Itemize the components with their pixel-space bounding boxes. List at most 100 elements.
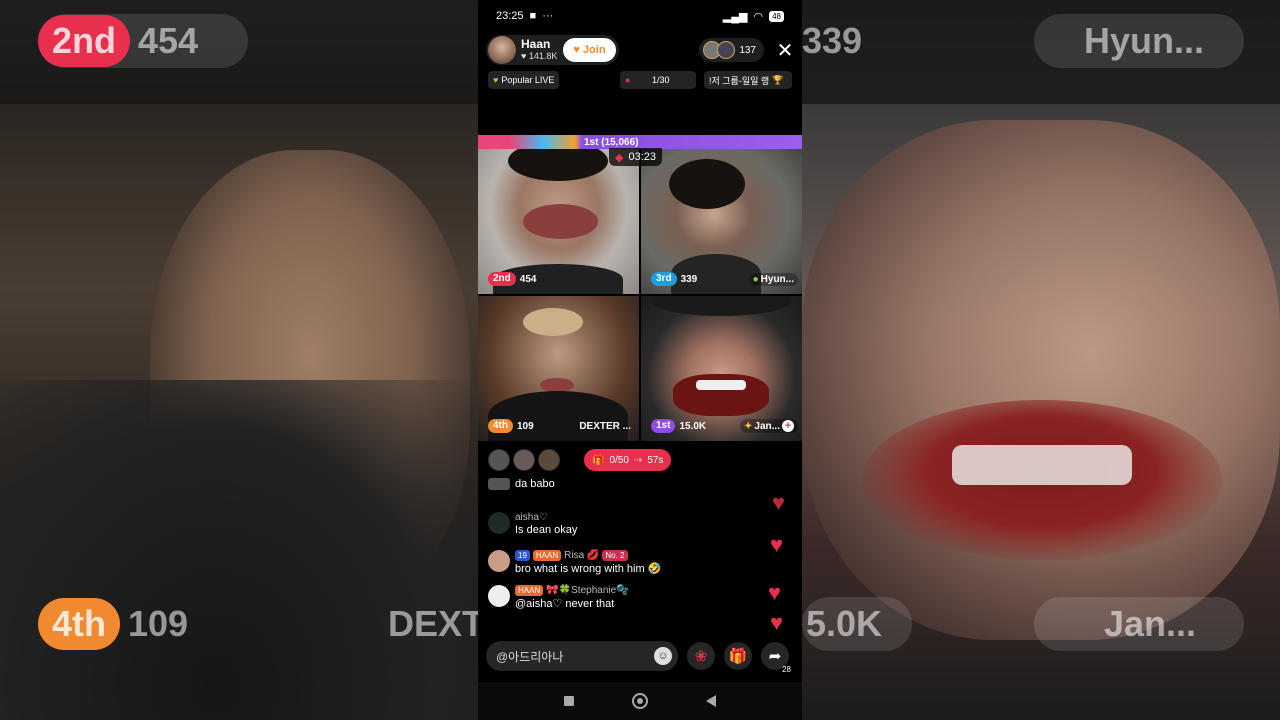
avatar [488, 550, 510, 572]
battery-icon: 48 [769, 10, 784, 22]
fan-club-badge: HAAN [532, 550, 562, 561]
ranking-notice[interactable]: !저 그룹-일일 랭 🏆 [704, 71, 792, 89]
guest-name-tag[interactable]: DEXTER ... [575, 420, 635, 433]
live-stream-screen: 23:25 ■ ··· ▂▄▆ ◠ 48 Haan ♥ 141.8K ♥ Joi… [478, 0, 802, 720]
tag-row: ♥ Popular LIVE ● 1/30 !저 그룹-일일 랭 🏆 [488, 70, 792, 90]
guest-tile[interactable]: 4th 109 DEXTER ... [478, 296, 639, 441]
host-likes: ♥ 141.8K [521, 50, 557, 62]
chat-text: bro what is wrong with him 🤣 [515, 563, 662, 575]
avatar [488, 512, 510, 534]
guest-name-tag[interactable]: ● Hyun... [748, 273, 798, 286]
background-name-bottom: DEXT [388, 603, 478, 644]
chat-feed: da babo aisha♡ Is dean okay 19 HAAN Risa… [488, 478, 748, 610]
recents-icon[interactable] [564, 696, 574, 706]
more-icon: ··· [542, 10, 554, 22]
ranking-notice-label: !저 그룹-일일 랭 [709, 75, 770, 86]
chat-message[interactable]: da babo [488, 478, 748, 496]
avatar [488, 478, 510, 490]
guest-tile[interactable]: 1st 15.0K ✦ Jan... + [641, 296, 802, 441]
chat-username-row: HAAN 🎀🍀Stephanie🫧 [515, 585, 629, 596]
join-button[interactable]: ♥ Join [563, 38, 616, 62]
guest-score: 15.0K [679, 420, 707, 432]
gifter-avatar[interactable] [488, 449, 510, 471]
top-gifters[interactable] [488, 449, 560, 471]
fan-club-badge: HAAN [515, 585, 544, 596]
guest-tile[interactable]: 3rd 339 ● Hyun... [641, 149, 802, 294]
battle-icon: ◆ [615, 151, 624, 164]
background-rank-pill: 2nd 454 [38, 14, 248, 68]
goal-progress-label: 1/30 [651, 75, 670, 85]
background-left: 2nd 454 4th 109 DEXT [0, 0, 478, 720]
battle-leader: 1st (15,066) [584, 136, 639, 148]
background-rank: 2nd [38, 15, 131, 67]
background-rank-bottom: 4th [38, 598, 120, 650]
guest-score: 454 [519, 273, 537, 285]
heart-icon: ♥ [521, 51, 529, 61]
background-name-right-bottom: Jan... [1034, 597, 1244, 651]
battle-score-bar: 1st (15,066) [478, 135, 802, 149]
gift-goal-progress: 0/50 [609, 454, 629, 466]
share-icon: ➦ [768, 648, 782, 665]
heart-icon: ♥ [770, 610, 784, 635]
arrow-icon: ⇢ [633, 454, 643, 466]
heart-icon: ♥ [772, 490, 786, 515]
guest-tile[interactable]: 2nd 454 [478, 149, 639, 294]
rank-badge: No. 2 [602, 550, 628, 561]
host-likes-count: 141.8K [528, 51, 558, 61]
join-label: Join [582, 44, 606, 56]
comment-input[interactable]: @아드리아나 ☺ [486, 641, 678, 671]
background-hood [0, 380, 478, 720]
gift-goal-time: 57s [647, 454, 664, 466]
heart-icon: ♥ [770, 532, 784, 557]
leaf-icon: ● [752, 274, 759, 285]
host-avatar[interactable] [488, 36, 516, 64]
battle-timer-label: 03:23 [628, 151, 656, 163]
avatar [488, 585, 510, 607]
gift-icon: 🎁 [728, 648, 748, 665]
host-header: Haan ♥ 141.8K ♥ Join 137 ✕ [486, 34, 794, 66]
host-profile[interactable]: Haan ♥ 141.8K ♥ Join [486, 35, 619, 65]
chat-message[interactable]: HAAN 🎀🍀Stephanie🫧 @aisha♡ never that [488, 585, 748, 610]
viewer-count-label: 137 [739, 44, 756, 56]
close-icon[interactable]: ✕ [776, 38, 794, 63]
gift-icon: 🎁 [592, 454, 605, 466]
system-nav-bar [478, 682, 802, 720]
gifter-avatar[interactable] [538, 449, 560, 471]
share-button[interactable]: ➦ 28 [761, 642, 791, 674]
guest-name-tag[interactable]: ✦ Jan... + [740, 419, 798, 433]
viewer-count[interactable]: 137 [699, 38, 764, 62]
comment-placeholder: @아드리아나 [496, 649, 564, 664]
gift-button[interactable]: 🎁 [724, 642, 752, 670]
chat-message[interactable]: 19 HAAN Risa 💋 No. 2 bro what is wrong w… [488, 550, 748, 575]
goal-progress[interactable]: ● 1/30 [620, 71, 696, 89]
trophy-icon: 🏆 [772, 74, 784, 85]
party-icon: ✦ [744, 420, 753, 432]
rose-button[interactable]: ❀ [687, 642, 715, 670]
rose-icon: ❀ [694, 648, 708, 665]
popular-live-label: Popular LIVE [501, 75, 555, 85]
home-icon[interactable] [632, 693, 648, 709]
back-icon[interactable] [706, 695, 716, 707]
chat-username: aisha♡ [515, 512, 548, 523]
chat-username: Risa 💋 [564, 550, 600, 561]
status-bar: 23:25 ■ ··· ▂▄▆ ◠ 48 [496, 8, 784, 24]
battle-timer: ◆ 03:23 [609, 148, 662, 166]
floating-hearts: ♥ ♥ ♥ ♥ [768, 490, 798, 640]
chat-message[interactable]: aisha♡ Is dean okay [488, 512, 748, 536]
signal-icon: ▂▄▆ [722, 10, 748, 23]
gift-goal[interactable]: 🎁 0/50 ⇢ 57s [584, 449, 672, 471]
rank-badge: 2nd [488, 272, 516, 286]
chat-text: @aisha♡ never that [515, 598, 615, 610]
chat-username: 🎀🍀Stephanie🫧 [546, 585, 629, 596]
gifter-avatar[interactable] [513, 449, 535, 471]
apple-icon: ● [625, 75, 631, 85]
background-teeth [952, 445, 1132, 485]
wifi-icon: ◠ [753, 10, 764, 23]
popular-live-tag[interactable]: ♥ Popular LIVE [488, 71, 560, 89]
rank-badge: 1st [651, 419, 676, 433]
chat-text: da babo [515, 478, 555, 490]
status-time: 23:25 [496, 10, 524, 22]
level-badge: 19 [515, 550, 530, 561]
emoji-icon[interactable]: ☺ [654, 647, 672, 665]
add-guest-icon[interactable]: + [782, 420, 794, 432]
